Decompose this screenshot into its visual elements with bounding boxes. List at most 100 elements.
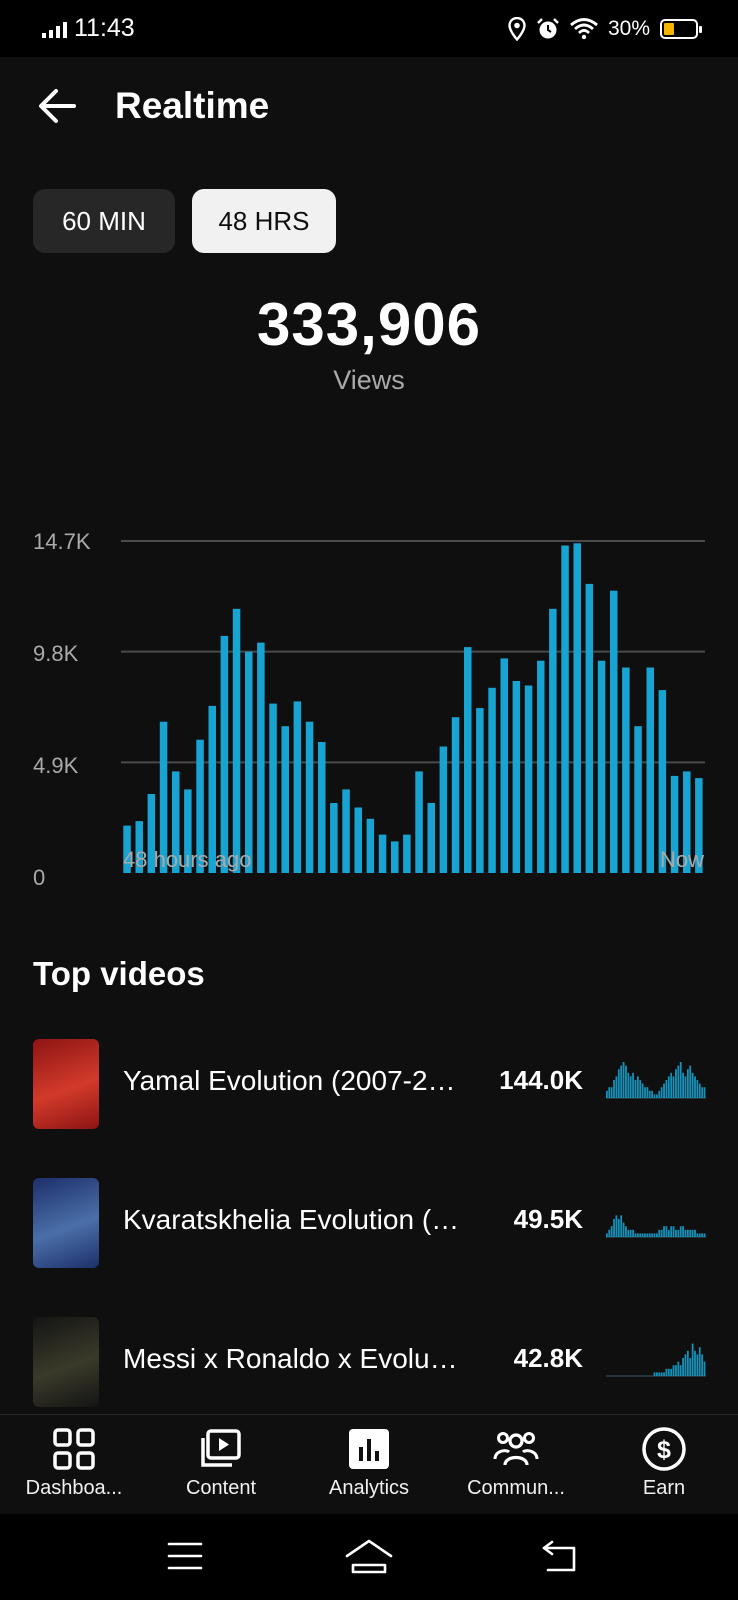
sparkline-bar: [658, 1372, 661, 1376]
sparkline-bar: [656, 1233, 658, 1237]
chart-bar[interactable]: [293, 701, 302, 873]
nav-label: Dashboa...: [25, 1477, 123, 1499]
top-videos-title: Top videos: [33, 955, 205, 992]
sparkline-bar: [627, 1229, 630, 1237]
chart-bar[interactable]: [342, 789, 350, 873]
tab-48-hrs[interactable]: 48 HRS: [192, 189, 336, 253]
chart-plot: [121, 540, 705, 874]
sparkline-bar: [648, 1090, 651, 1098]
sparkline-bar: [622, 1222, 625, 1237]
chart-bar[interactable]: [220, 635, 229, 873]
sparkline-bar: [689, 1229, 692, 1237]
chart-bar[interactable]: [232, 608, 241, 873]
sparkline-bar: [670, 1226, 673, 1237]
sparkline-bar: [694, 1229, 696, 1237]
sparkline-bar: [689, 1065, 692, 1098]
chart-bar[interactable]: [245, 651, 253, 873]
chart-bar[interactable]: [403, 834, 411, 873]
sparkline-bar: [694, 1076, 696, 1098]
sparkline-bar: [639, 1233, 642, 1237]
nav-community[interactable]: Commun...: [442, 1415, 590, 1515]
sparkline-bar: [665, 1368, 668, 1376]
views-bar-chart: 14.7K 9.8K 4.9K 0: [0, 457, 738, 890]
chart-bar[interactable]: [269, 703, 277, 873]
chart-bar[interactable]: [464, 647, 472, 873]
sparkline-bar: [679, 1062, 682, 1098]
nav-dashboard[interactable]: Dashboa...: [0, 1415, 148, 1515]
sparkline-bar: [694, 1350, 696, 1376]
video-sparkline: [606, 1215, 706, 1238]
header: Realtime: [0, 57, 738, 157]
sparkline-bar: [632, 1229, 634, 1237]
sparkline-bar: [686, 1069, 689, 1098]
chart-bar[interactable]: [597, 660, 606, 873]
sparkline-bar: [629, 1076, 632, 1098]
nav-earn[interactable]: $ Earn: [590, 1415, 738, 1515]
chart-bar[interactable]: [257, 642, 265, 873]
community-people-icon: [493, 1432, 539, 1466]
chart-bar[interactable]: [610, 590, 618, 873]
chart-bar[interactable]: [524, 685, 533, 874]
top-video-row[interactable]: Yamal Evolution (2007-2025) 144.0K: [0, 1039, 738, 1131]
chart-bar[interactable]: [537, 660, 545, 873]
sparkline-bar: [682, 1226, 684, 1237]
chart-bar[interactable]: [512, 681, 521, 873]
nav-analytics[interactable]: Analytics: [295, 1415, 443, 1515]
sparkline-bar: [641, 1233, 644, 1237]
sparkline-bar: [615, 1215, 618, 1237]
chart-bar[interactable]: [585, 583, 594, 873]
chart-bar[interactable]: [476, 708, 484, 873]
sparkline-bar: [675, 1365, 677, 1376]
chart-bar[interactable]: [305, 721, 314, 873]
home-icon[interactable]: [344, 1536, 394, 1576]
nav-label: Analytics: [328, 1477, 410, 1499]
tab-60-min[interactable]: 60 MIN: [33, 189, 175, 253]
x-start-label: 48 hours ago: [123, 847, 252, 872]
chart-bar[interactable]: [366, 818, 375, 873]
sparkline-bar: [634, 1080, 637, 1098]
nav-content[interactable]: Content: [147, 1415, 295, 1515]
sparkline-bar: [679, 1365, 682, 1376]
chart-bar[interactable]: [427, 803, 436, 873]
chart-bar[interactable]: [573, 543, 582, 873]
chart-bar[interactable]: [354, 807, 363, 874]
chart-bar[interactable]: [281, 726, 290, 873]
chart-bar[interactable]: [500, 658, 509, 873]
signal-icon: [42, 22, 67, 38]
chart-bar[interactable]: [330, 803, 338, 873]
back-icon[interactable]: [540, 1536, 582, 1576]
chart-bar[interactable]: [634, 726, 642, 873]
sparkline-bar: [689, 1358, 692, 1376]
sparkline-bar: [672, 1365, 675, 1376]
sparkline-bar: [620, 1065, 623, 1098]
top-video-row[interactable]: Messi x Ronaldo x Evolution 42.8K: [0, 1317, 738, 1409]
sparkline-bar: [691, 1229, 694, 1237]
location-icon: [508, 17, 526, 41]
chart-bar[interactable]: [318, 742, 326, 873]
chart-bar[interactable]: [622, 667, 630, 874]
chart-bar[interactable]: [561, 545, 569, 874]
sparkline-bar: [651, 1233, 654, 1237]
chart-bar[interactable]: [549, 608, 557, 873]
sparkline-bar: [703, 1087, 706, 1098]
status-time: 11:43: [74, 14, 135, 42]
sparkline-bar: [617, 1069, 620, 1098]
earn-dollar-icon: $: [642, 1427, 686, 1471]
top-video-row[interactable]: Kvaratskhelia Evolution (2001-2025) 49.5…: [0, 1178, 738, 1270]
chart-bar[interactable]: [658, 690, 667, 873]
chart-bar[interactable]: [451, 717, 460, 873]
chart-bar[interactable]: [488, 687, 496, 873]
app-screen: Realtime 60 MIN 48 HRS 333,906 Views 14.…: [0, 57, 738, 1414]
chart-bar[interactable]: [415, 771, 423, 873]
sparkline-bar: [629, 1229, 632, 1237]
chart-bar[interactable]: [391, 841, 399, 873]
sparkline-bar: [606, 1090, 608, 1098]
bottom-nav: Dashboa... Content Analytics Commun... $…: [0, 1414, 738, 1514]
menu-icon[interactable]: [166, 1536, 204, 1576]
chart-bar[interactable]: [439, 746, 448, 874]
chart-bar[interactable]: [646, 667, 655, 874]
sparkline-bar: [617, 1219, 620, 1237]
sparkline-bar: [625, 1226, 627, 1237]
chart-bar[interactable]: [378, 834, 387, 873]
arrow-left-icon[interactable]: [34, 83, 80, 129]
